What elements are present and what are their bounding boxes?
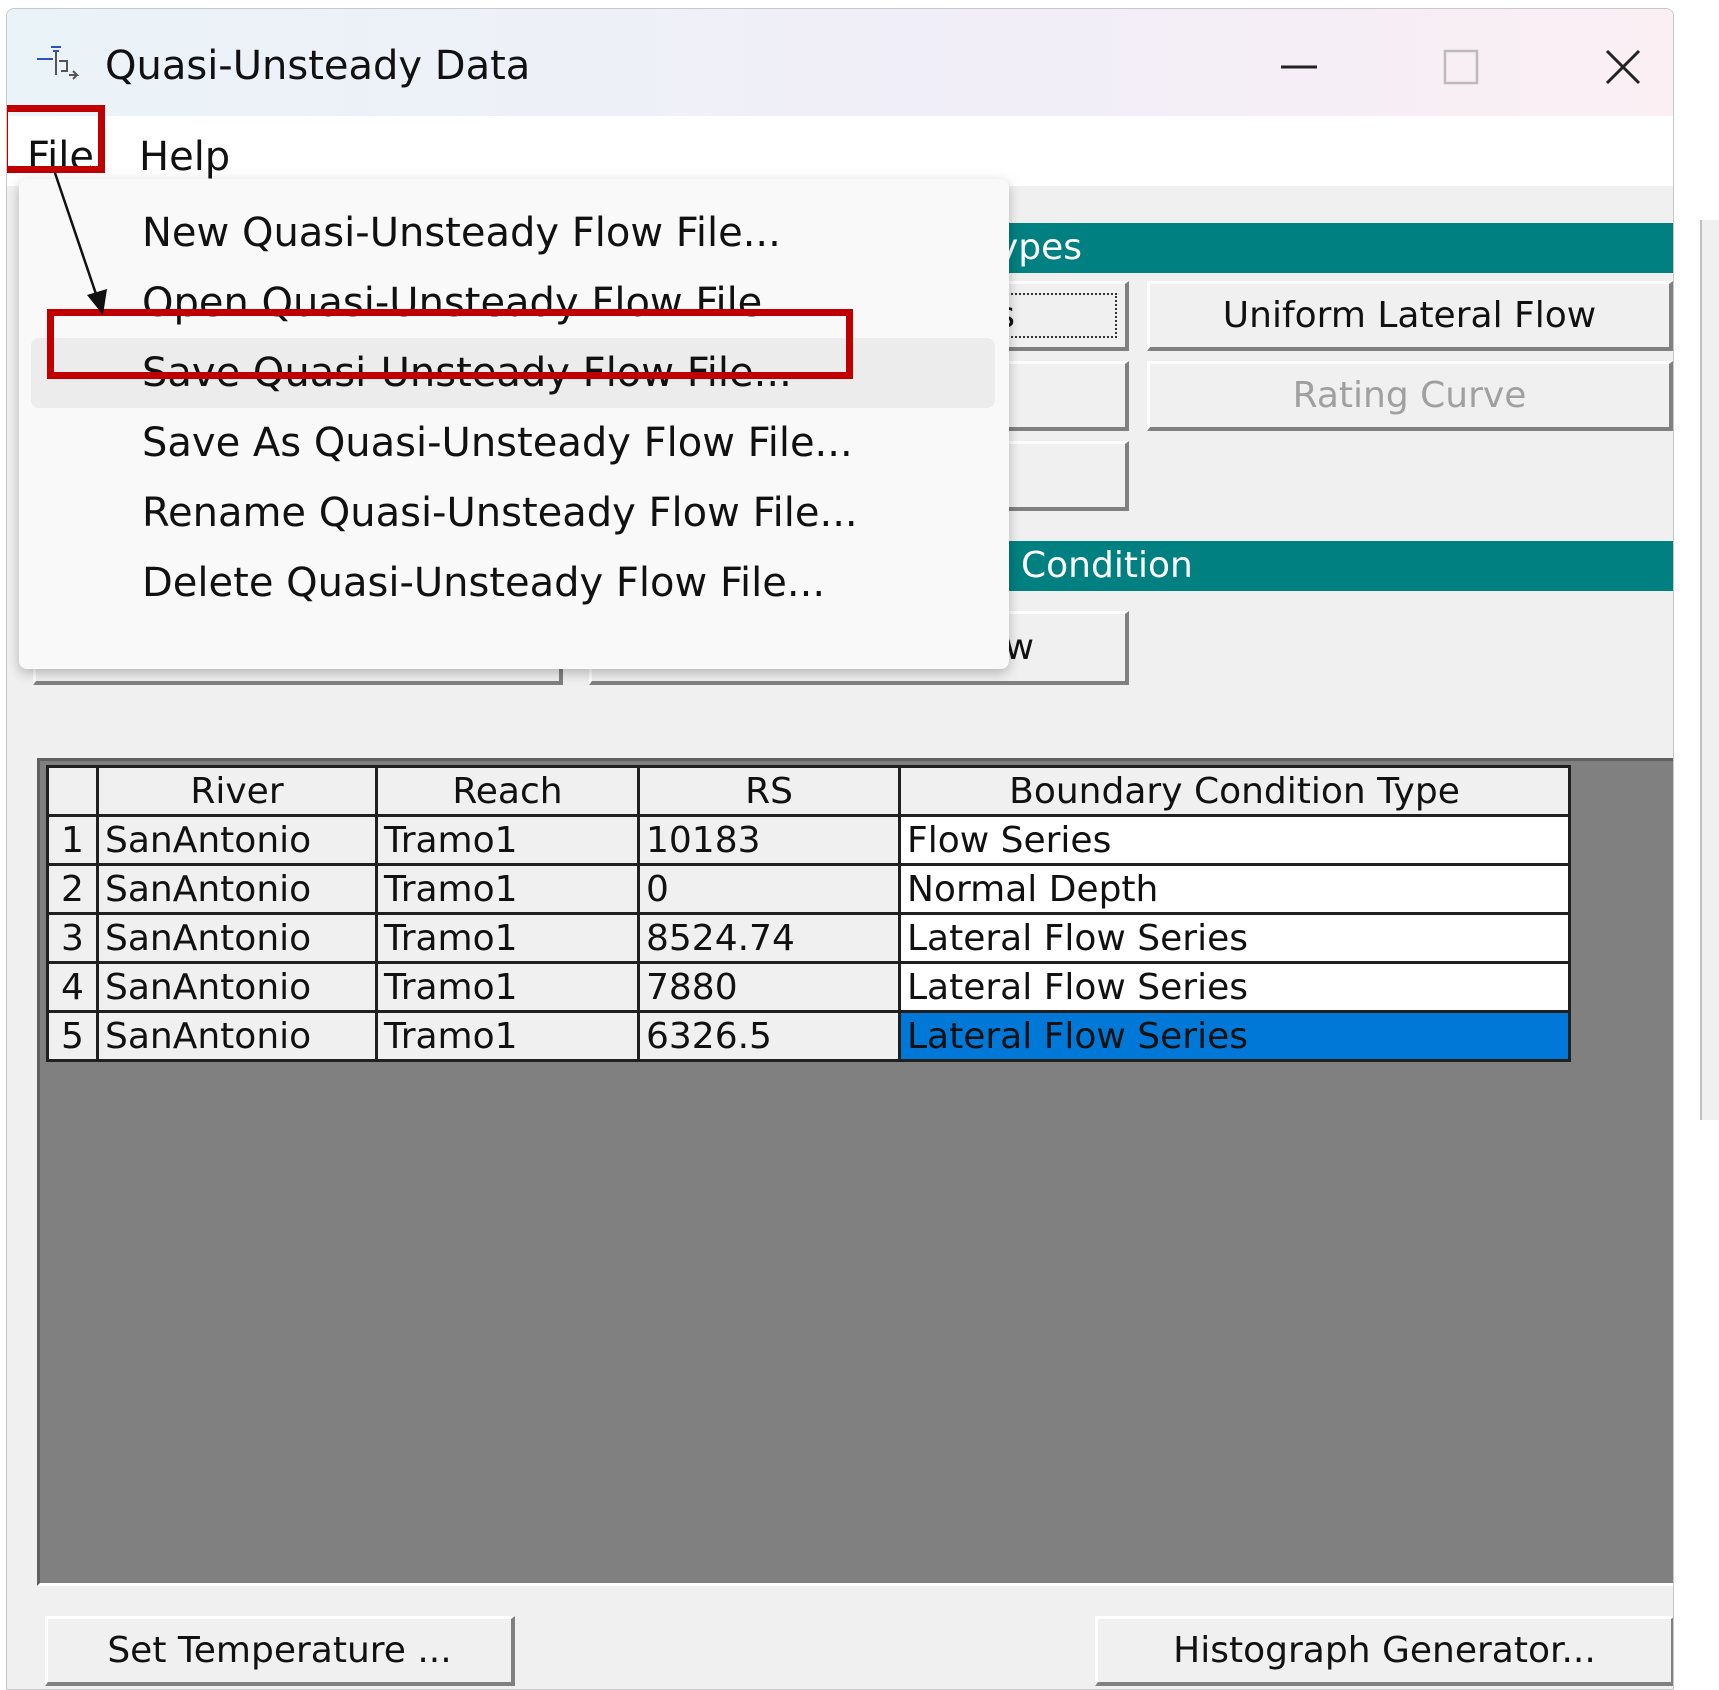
menu-item-rename-file[interactable]: Rename Quasi-Unsteady Flow File... xyxy=(19,478,1009,548)
file-dropdown-menu: New Quasi-Unsteady Flow File... Open Qua… xyxy=(19,179,1009,669)
cell-rs[interactable]: 10183 xyxy=(637,814,901,866)
cell-rs[interactable]: 8524.74 xyxy=(637,912,901,964)
column-header-river[interactable]: River xyxy=(96,765,378,817)
bc-types-header-text: ypes xyxy=(997,227,1083,268)
bc-condition-header-text: Condition xyxy=(1021,545,1193,586)
minimize-button[interactable] xyxy=(1269,37,1329,97)
table-row[interactable]: 5 SanAntonio Tramo1 6326.5 Lateral Flow … xyxy=(46,1010,1571,1062)
cell-bc-type[interactable]: Lateral Flow Series xyxy=(898,961,1571,1013)
cell-rs[interactable]: 7880 xyxy=(637,961,901,1013)
row-number-header xyxy=(46,765,99,817)
uniform-lateral-flow-button[interactable]: Uniform Lateral Flow xyxy=(1147,281,1673,351)
annotation-arrow-icon xyxy=(53,172,107,315)
column-header-bc-type[interactable]: Boundary Condition Type xyxy=(898,765,1571,817)
cell-reach[interactable]: Tramo1 xyxy=(375,863,640,915)
table-row[interactable]: 1 SanAntonio Tramo1 10183 Flow Series xyxy=(46,814,1571,866)
menu-item-new-file[interactable]: New Quasi-Unsteady Flow File... xyxy=(19,198,1009,268)
table-row[interactable]: 4 SanAntonio Tramo1 7880 Lateral Flow Se… xyxy=(46,961,1571,1013)
cell-reach[interactable]: Tramo1 xyxy=(375,1010,640,1062)
menu-item-save-as-file[interactable]: Save As Quasi-Unsteady Flow File... xyxy=(19,408,1009,478)
background-window-edge xyxy=(1700,220,1719,1120)
bc-types-header: ypes xyxy=(997,223,1673,273)
annotation-file-highlight xyxy=(7,105,105,173)
row-number[interactable]: 2 xyxy=(46,863,99,915)
cell-reach[interactable]: Tramo1 xyxy=(375,961,640,1013)
cell-river[interactable]: SanAntonio xyxy=(96,1010,378,1062)
cell-bc-type-selected[interactable]: Lateral Flow Series xyxy=(898,1010,1571,1062)
menu-bar: File Help xyxy=(7,116,1673,186)
cell-river[interactable]: SanAntonio xyxy=(96,912,378,964)
cell-bc-type[interactable]: Lateral Flow Series xyxy=(898,912,1571,964)
cell-rs[interactable]: 0 xyxy=(637,863,901,915)
close-icon xyxy=(1605,49,1641,85)
cell-rs[interactable]: 6326.5 xyxy=(637,1010,901,1062)
menu-help[interactable]: Help xyxy=(139,134,230,180)
close-button[interactable] xyxy=(1593,37,1653,97)
bc-condition-header: / Condition xyxy=(997,541,1673,591)
bc-table: River Reach RS Boundary Condition Type 1… xyxy=(46,765,1571,1062)
minimize-icon xyxy=(1281,65,1317,69)
table-header-row: River Reach RS Boundary Condition Type xyxy=(46,765,1571,817)
cell-bc-type[interactable]: Normal Depth xyxy=(898,863,1571,915)
row-number[interactable]: 1 xyxy=(46,814,99,866)
maximize-icon xyxy=(1443,49,1479,85)
quasi-unsteady-window: Quasi-Unsteady Data File Help ypes s Uni… xyxy=(6,8,1674,1690)
cell-river[interactable]: SanAntonio xyxy=(96,814,378,866)
row-number[interactable]: 5 xyxy=(46,1010,99,1062)
column-header-reach[interactable]: Reach xyxy=(375,765,640,817)
table-row[interactable]: 2 SanAntonio Tramo1 0 Normal Depth xyxy=(46,863,1571,915)
histograph-generator-button[interactable]: Histograph Generator... xyxy=(1095,1616,1673,1686)
title-bar: Quasi-Unsteady Data xyxy=(7,9,1673,116)
cell-reach[interactable]: Tramo1 xyxy=(375,814,640,866)
app-icon xyxy=(37,46,80,80)
cell-river[interactable]: SanAntonio xyxy=(96,863,378,915)
maximize-button[interactable] xyxy=(1431,37,1491,97)
bc-table-area: River Reach RS Boundary Condition Type 1… xyxy=(37,758,1673,1586)
bc-type-button-1-label: s xyxy=(990,293,1117,338)
cell-bc-type[interactable]: Flow Series xyxy=(898,814,1571,866)
set-temperature-button[interactable]: Set Temperature ... xyxy=(45,1616,515,1686)
row-number[interactable]: 4 xyxy=(46,961,99,1013)
window-title: Quasi-Unsteady Data xyxy=(105,43,531,89)
cell-reach[interactable]: Tramo1 xyxy=(375,912,640,964)
annotation-save-highlight xyxy=(47,309,853,379)
row-number[interactable]: 3 xyxy=(46,912,99,964)
table-row[interactable]: 3 SanAntonio Tramo1 8524.74 Lateral Flow… xyxy=(46,912,1571,964)
menu-item-delete-file[interactable]: Delete Quasi-Unsteady Flow File... xyxy=(19,548,1009,618)
cell-river[interactable]: SanAntonio xyxy=(96,961,378,1013)
rating-curve-button[interactable]: Rating Curve xyxy=(1147,361,1673,431)
column-header-rs[interactable]: RS xyxy=(637,765,901,817)
